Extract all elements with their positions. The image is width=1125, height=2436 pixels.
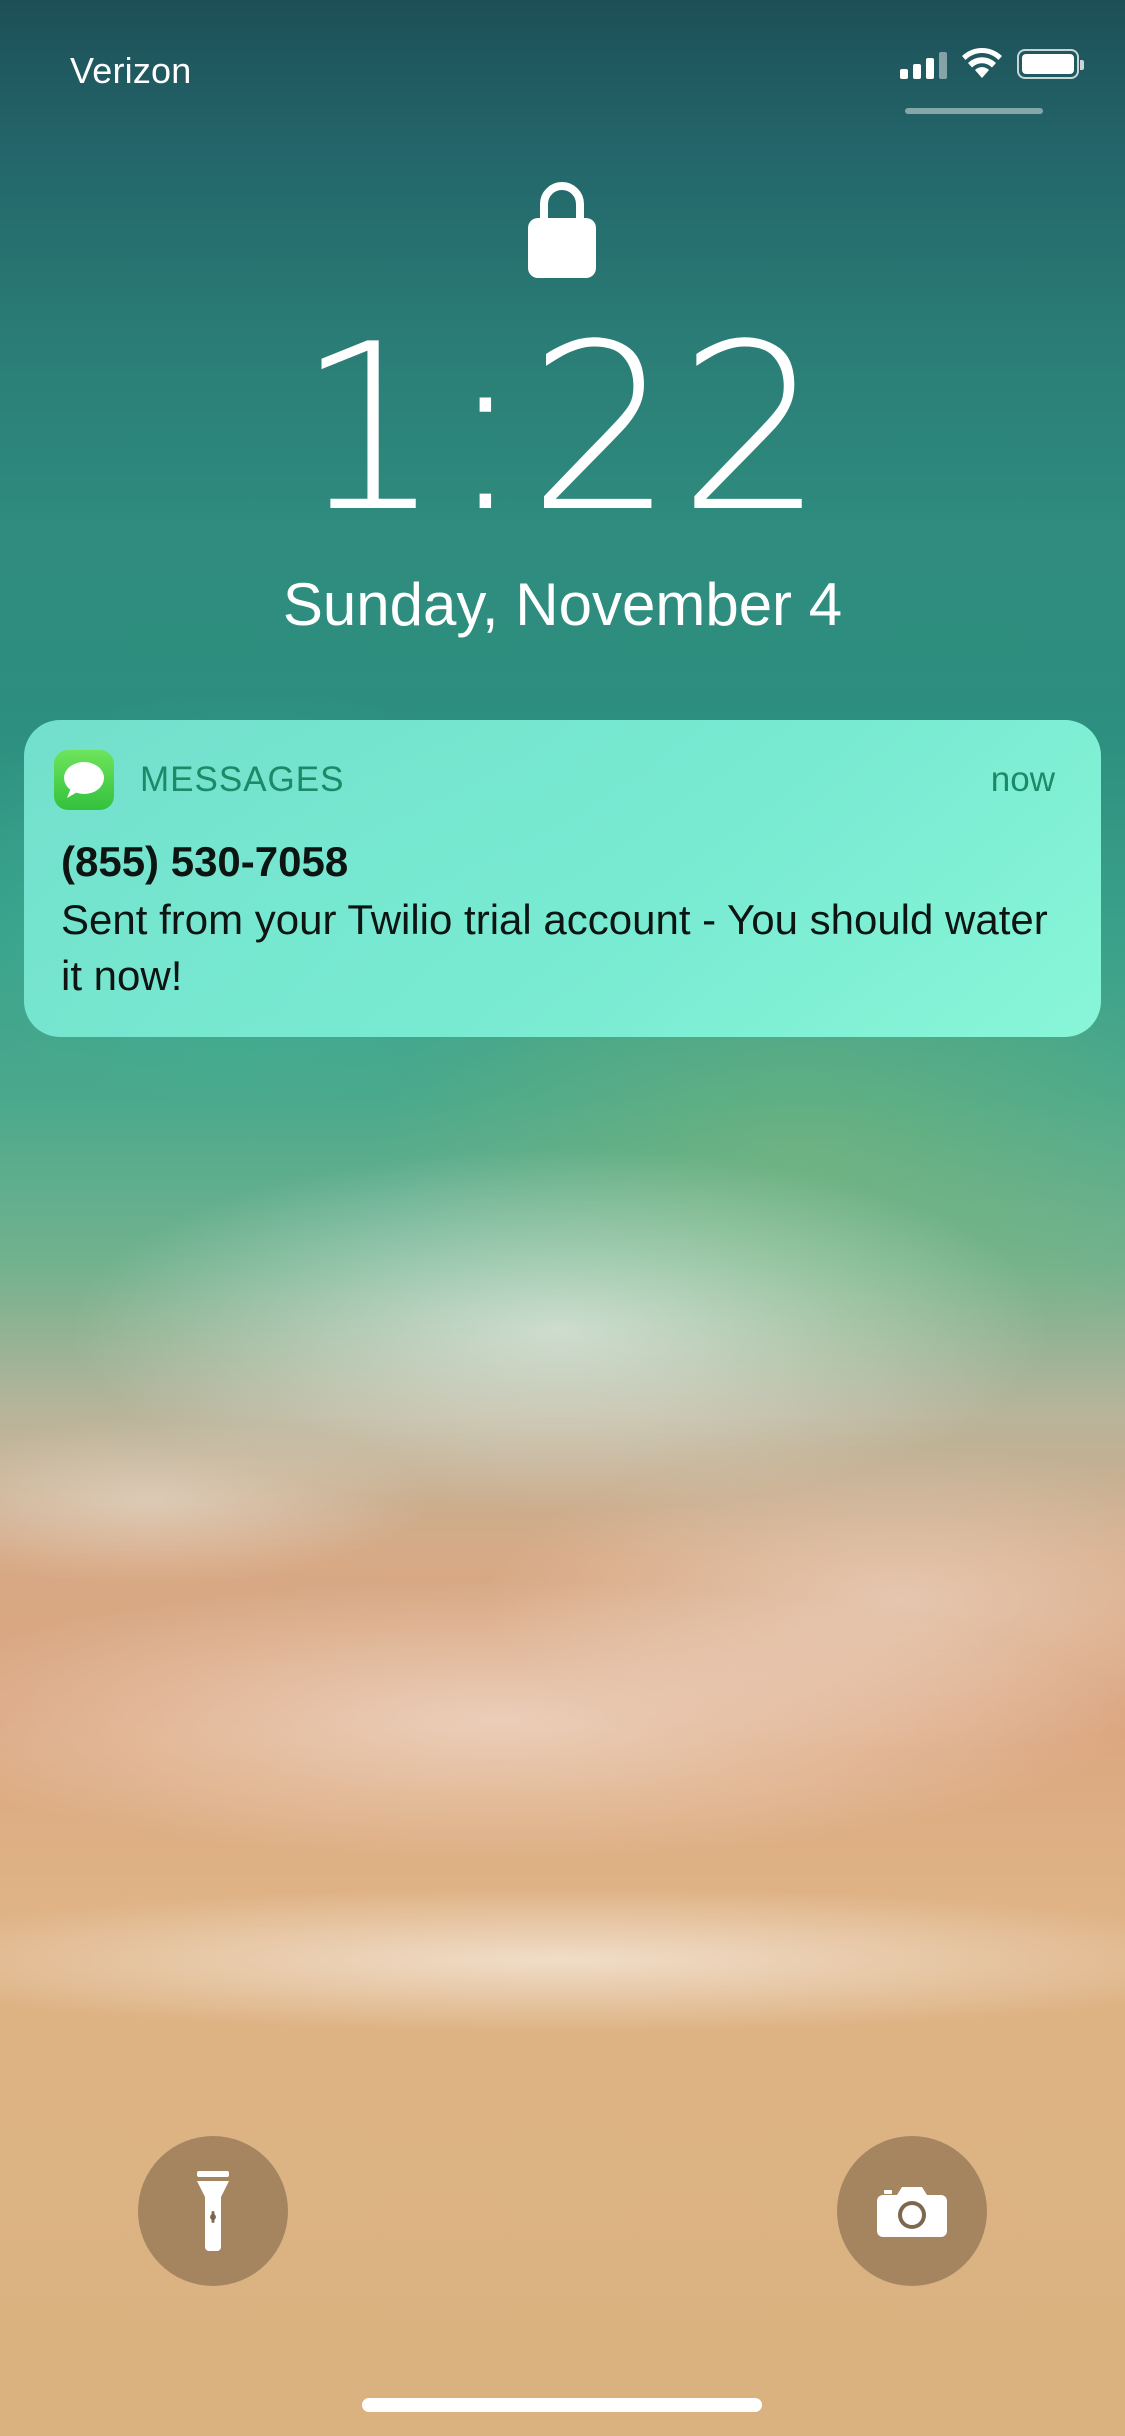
messages-app-icon [54,750,114,810]
notification-header: MESSAGES now [54,750,1055,810]
home-indicator[interactable] [362,2398,762,2412]
notification-app-name: MESSAGES [140,760,345,799]
flashlight-button[interactable] [138,2136,288,2286]
lock-icon [528,182,596,278]
camera-icon [877,2187,947,2237]
notification-sender: (855) 530-7058 [61,838,349,885]
status-icons [900,48,1084,80]
battery-icon [1017,49,1084,79]
message-notification[interactable]: MESSAGES now (855) 530-7058 Sent from yo… [24,720,1101,1037]
carrier-name: Verizon [70,50,192,91]
wifi-icon [962,48,1002,78]
notification-timestamp: now [990,760,1055,799]
flashlight-icon [197,2171,229,2251]
lock-screen-time: 1:22 [296,296,829,563]
control-center-grabber[interactable] [905,108,1043,114]
cellular-signal-icon [900,49,947,79]
camera-button[interactable] [837,2136,987,2286]
notification-body: Sent from your Twilio trial account - Yo… [61,896,1048,999]
lock-screen-date: Sunday, November 4 [282,571,843,638]
